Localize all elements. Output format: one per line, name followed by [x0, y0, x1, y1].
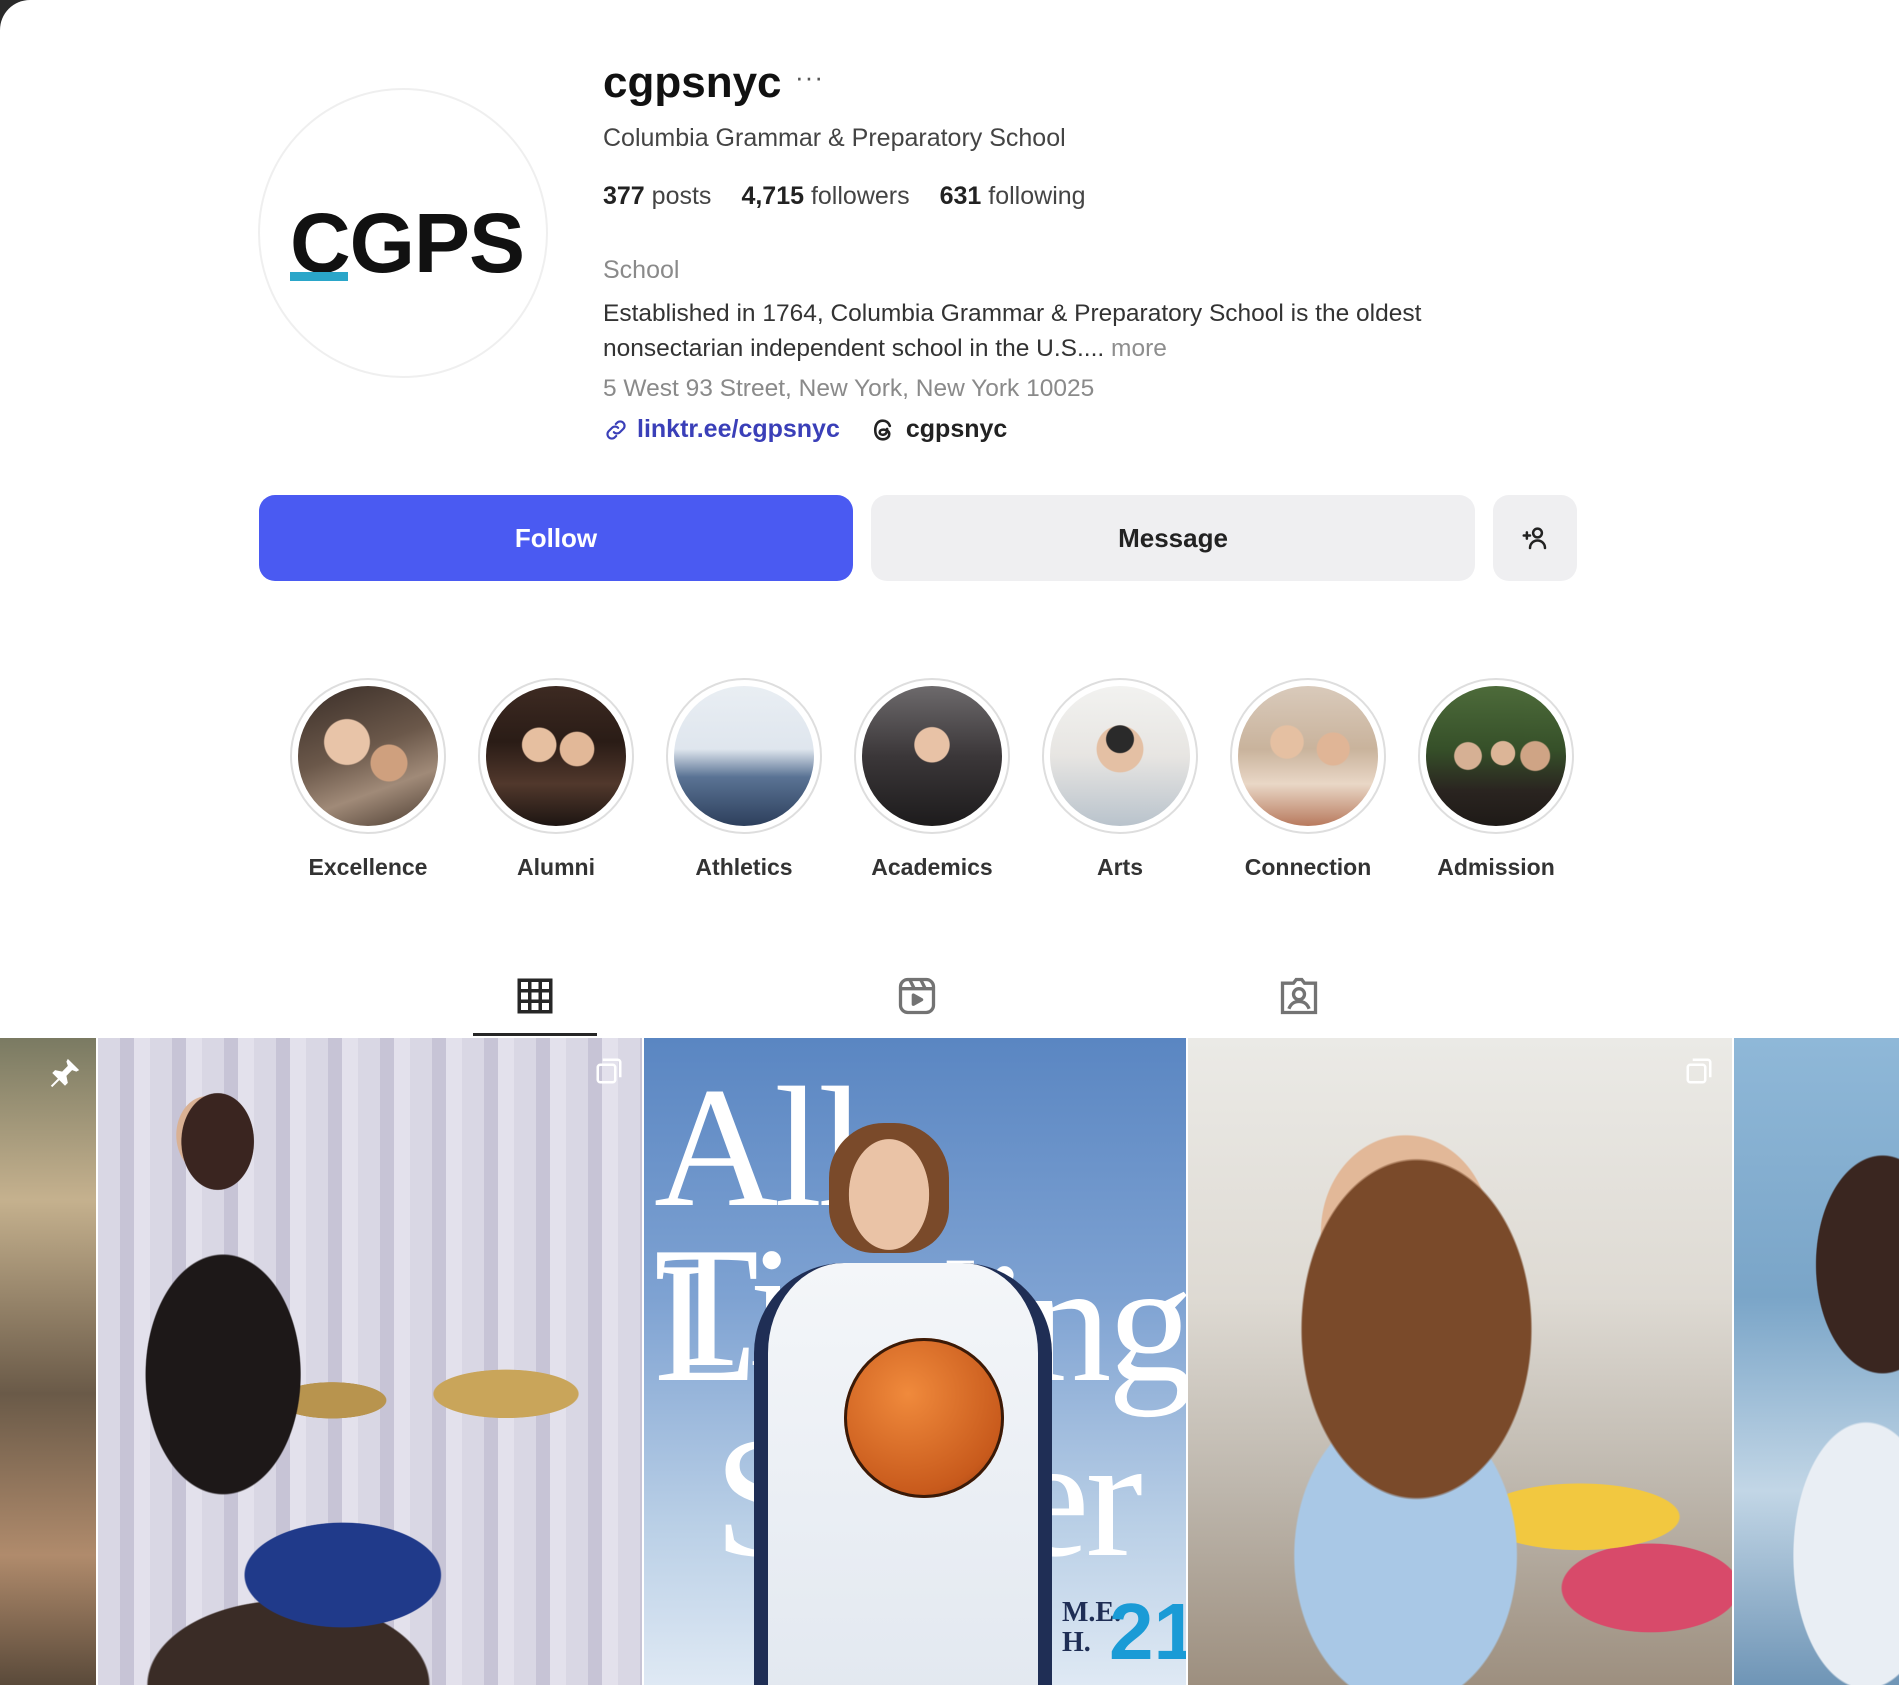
followers-label: followers: [810, 182, 910, 210]
highlight-ring: [478, 678, 634, 834]
grid-icon: [517, 978, 553, 1014]
tab-reels[interactable]: [887, 968, 947, 1024]
highlight-cover: [862, 686, 1002, 826]
tab-tagged[interactable]: [1269, 968, 1329, 1024]
profile-bio: Established in 1764, Columbia Grammar & …: [603, 296, 1523, 366]
profile-page: CGPS cgpsnyc ··· Columbia Grammar & Prep…: [0, 0, 1899, 1685]
highlight-connection[interactable]: Connection: [1223, 678, 1393, 881]
highlight-excellence[interactable]: Excellence: [283, 678, 453, 881]
threads-icon: [873, 418, 891, 441]
suggested-accounts-button[interactable]: [1493, 495, 1577, 581]
followers-count: 4,715: [741, 182, 804, 210]
basketball: [844, 1338, 1004, 1498]
following-label: following: [988, 182, 1086, 210]
highlight-academics[interactable]: Academics: [847, 678, 1017, 881]
follow-button[interactable]: Follow: [259, 495, 853, 581]
highlight-alumni[interactable]: Alumni: [471, 678, 641, 881]
highlight-label: Academics: [871, 854, 993, 880]
jersey-initials: M.E. H.: [1062, 1597, 1122, 1658]
external-link[interactable]: linktr.ee/cgpsnyc: [603, 415, 840, 444]
following-count: 631: [939, 182, 982, 210]
profile-address: 5 West 93 Street, New York, New York 100…: [603, 375, 1095, 402]
highlight-label: Alumni: [517, 854, 595, 880]
following-stat[interactable]: 631 following: [940, 182, 1086, 211]
highlight-ring: [1042, 678, 1198, 834]
tagged-icon: [1280, 977, 1318, 1015]
highlight-label: Excellence: [308, 854, 428, 880]
message-button[interactable]: Message: [871, 495, 1475, 581]
bio-text: Established in 1764, Columbia Grammar & …: [603, 300, 1422, 362]
posts-stat: 377 posts: [603, 182, 711, 211]
pinned-icon: [50, 1058, 80, 1088]
threads-handle: cgpsnyc: [905, 415, 1008, 443]
profile-category: School: [603, 256, 680, 284]
highlight-cover: [486, 686, 626, 826]
highlight-cover: [1426, 686, 1566, 826]
post-tile[interactable]: [1734, 1038, 1899, 1685]
player-figure: [829, 1123, 949, 1253]
carousel-icon: [1686, 1058, 1712, 1084]
followers-stat[interactable]: 4,715 followers: [741, 182, 909, 211]
more-options-icon[interactable]: ···: [795, 62, 824, 93]
highlight-label: Athletics: [695, 854, 793, 880]
profile-links: linktr.ee/cgpsnyc cgpsnyc: [603, 415, 1007, 444]
profile-username: cgpsnyc: [603, 58, 782, 107]
highlight-label: Connection: [1244, 854, 1372, 880]
highlight-cover: [1050, 686, 1190, 826]
threads-link[interactable]: cgpsnyc: [870, 415, 1007, 444]
post-tile[interactable]: [98, 1038, 642, 1685]
post-tile[interactable]: All Time Leading Scorer M.E. H. 21: [644, 1038, 1186, 1685]
highlight-ring: [1418, 678, 1574, 834]
highlight-athletics[interactable]: Athletics: [659, 678, 829, 881]
highlight-ring: [290, 678, 446, 834]
highlight-ring: [854, 678, 1010, 834]
posts-count: 377: [603, 182, 645, 210]
reels-icon: [898, 977, 936, 1015]
profile-stats: 377 posts 4,715 followers 631 following: [603, 182, 1086, 211]
highlight-admission[interactable]: Admission: [1411, 678, 1581, 881]
highlight-cover: [1238, 686, 1378, 826]
highlight-label: Arts: [1096, 854, 1143, 880]
highlight-ring: [666, 678, 822, 834]
highlight-arts[interactable]: Arts: [1035, 678, 1205, 881]
tab-posts[interactable]: [505, 968, 565, 1024]
post-tile[interactable]: [0, 1038, 96, 1685]
posts-label: posts: [651, 182, 712, 210]
avatar-logo-accent: [290, 272, 348, 281]
external-link-label: linktr.ee/cgpsnyc: [637, 415, 840, 443]
highlight-cover: [298, 686, 438, 826]
highlight-label: Admission: [1437, 854, 1555, 880]
highlight-ring: [1230, 678, 1386, 834]
jersey-number: 21: [1109, 1587, 1186, 1676]
link-icon: [606, 419, 626, 440]
carousel-icon: [596, 1058, 622, 1084]
add-person-icon: [1522, 527, 1547, 550]
bio-more-link[interactable]: more: [1111, 335, 1167, 362]
post-tile[interactable]: [1188, 1038, 1732, 1685]
profile-avatar[interactable]: CGPS: [258, 88, 548, 378]
highlight-cover: [674, 686, 814, 826]
profile-full-name: Columbia Grammar & Preparatory School: [603, 124, 1066, 152]
active-tab-indicator: [473, 1033, 597, 1036]
